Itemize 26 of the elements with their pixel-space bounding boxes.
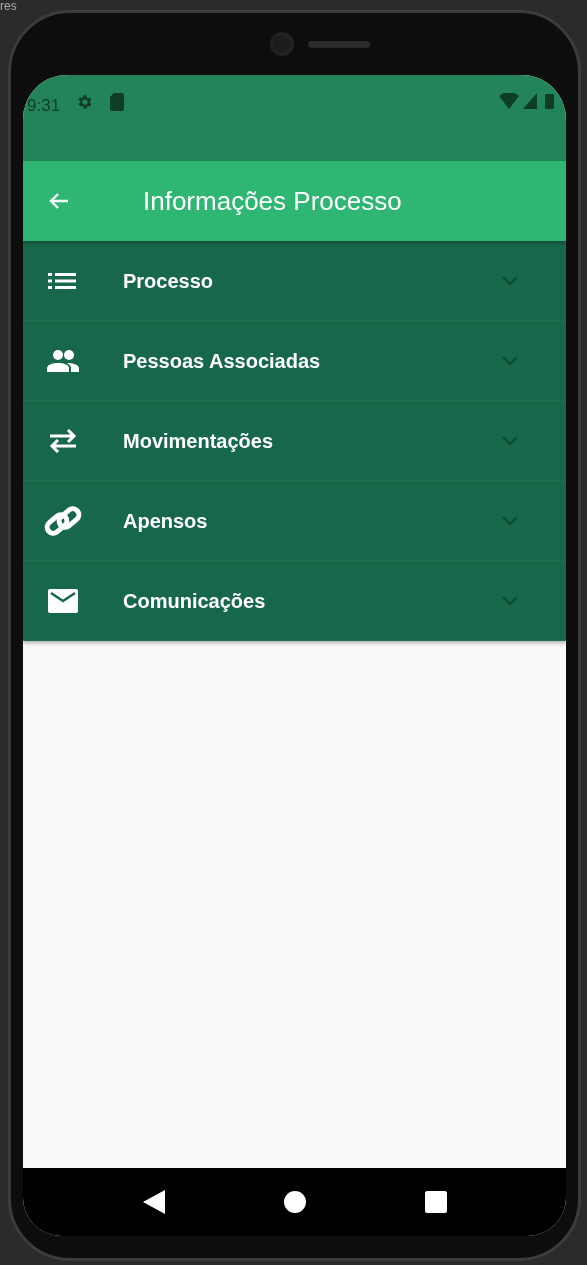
link-icon <box>43 504 83 537</box>
section-header[interactable]: Processo <box>23 241 566 321</box>
section-header[interactable]: Movimentações <box>23 401 566 481</box>
list-icon <box>48 270 78 291</box>
chevron-down-icon <box>502 516 518 527</box>
signal-icon <box>523 93 537 109</box>
people-icon <box>47 349 79 372</box>
battery-icon <box>545 93 554 109</box>
back-icon[interactable] <box>142 1190 165 1214</box>
screen-title: Informações Processo <box>143 184 402 218</box>
recents-icon[interactable] <box>424 1191 447 1213</box>
status-time: 9:31 <box>27 95 61 117</box>
swap-arrows-icon <box>48 428 78 453</box>
section-header[interactable]: Pessoas Associadas <box>23 321 566 401</box>
window-label: res <box>0 0 17 12</box>
chevron-down-icon <box>502 276 518 287</box>
section-header[interactable]: Apensos <box>23 481 566 561</box>
speaker-grille <box>307 40 370 48</box>
wifi-icon <box>499 93 519 109</box>
chevron-down-icon <box>502 596 518 607</box>
chevron-down-icon <box>502 356 518 367</box>
mail-icon <box>48 588 78 613</box>
home-icon[interactable] <box>283 1191 306 1213</box>
sd-card-icon <box>110 93 125 111</box>
chevron-down-icon <box>502 436 518 447</box>
section-header[interactable]: Comunicações <box>23 561 566 641</box>
